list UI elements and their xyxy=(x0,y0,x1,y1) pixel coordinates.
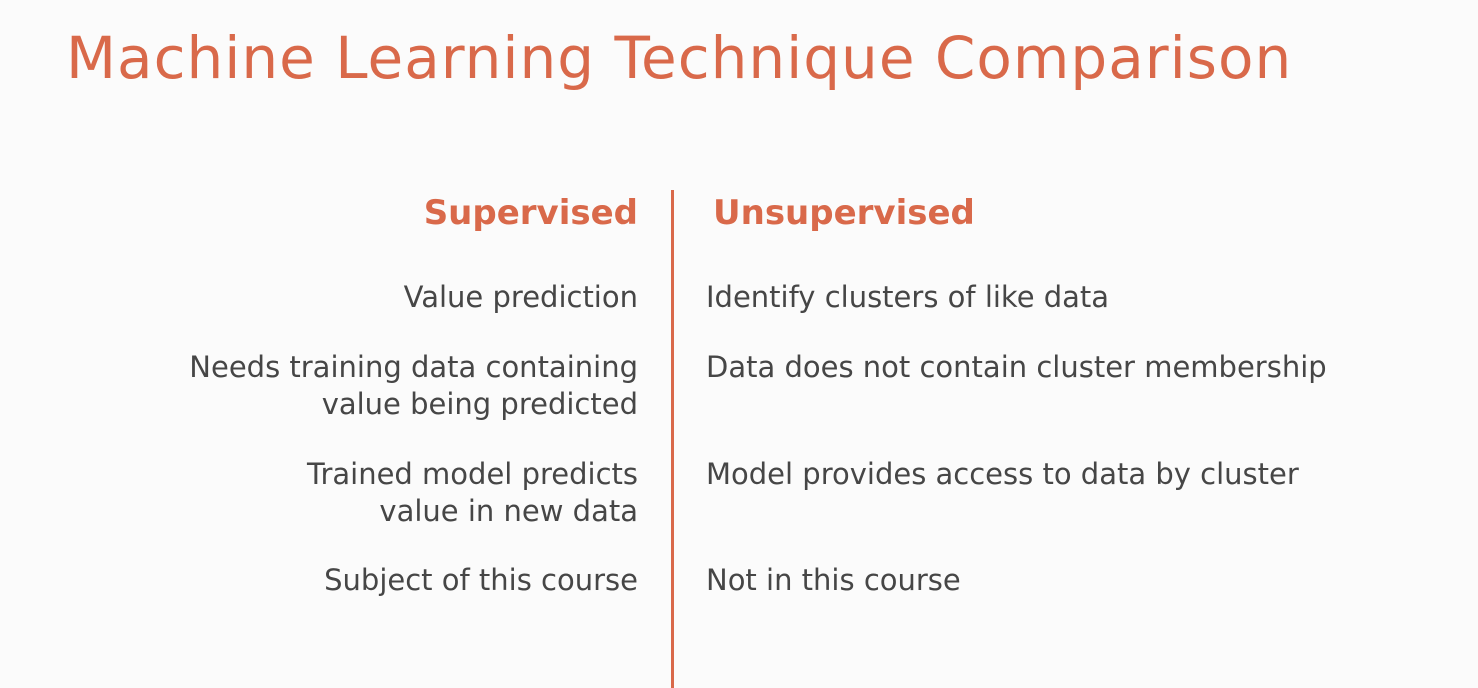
unsupervised-row-2: Data does not contain cluster membership xyxy=(706,349,1327,386)
cell-line: Not in this course xyxy=(706,563,961,597)
slide-title: Machine Learning Technique Comparison xyxy=(66,24,1293,92)
unsupervised-row-1: Identify clusters of like data xyxy=(706,279,1109,316)
supervised-row-3: Trained model predicts value in new data xyxy=(307,456,638,530)
cell-line: Needs training data containing xyxy=(189,350,638,384)
supervised-header: Supervised xyxy=(423,193,638,233)
cell-line: Model provides access to data by cluster xyxy=(706,457,1299,491)
unsupervised-row-3: Model provides access to data by cluster xyxy=(706,456,1299,493)
cell-line: Data does not contain cluster membership xyxy=(706,350,1327,384)
cell-line: Value prediction xyxy=(403,280,638,314)
cell-line: Identify clusters of like data xyxy=(706,280,1110,314)
supervised-row-4: Subject of this course xyxy=(324,562,638,599)
unsupervised-row-4: Not in this course xyxy=(706,562,961,599)
cell-line: Trained model predicts xyxy=(307,457,638,491)
column-divider xyxy=(671,190,674,688)
cell-line: Subject of this course xyxy=(324,563,638,597)
supervised-row-2: Needs training data containing value bein… xyxy=(189,349,638,423)
supervised-row-1: Value prediction xyxy=(404,279,638,316)
unsupervised-header: Unsupervised xyxy=(713,193,975,233)
cell-line: value in new data xyxy=(379,494,638,528)
cell-line: value being predicted xyxy=(321,387,638,421)
